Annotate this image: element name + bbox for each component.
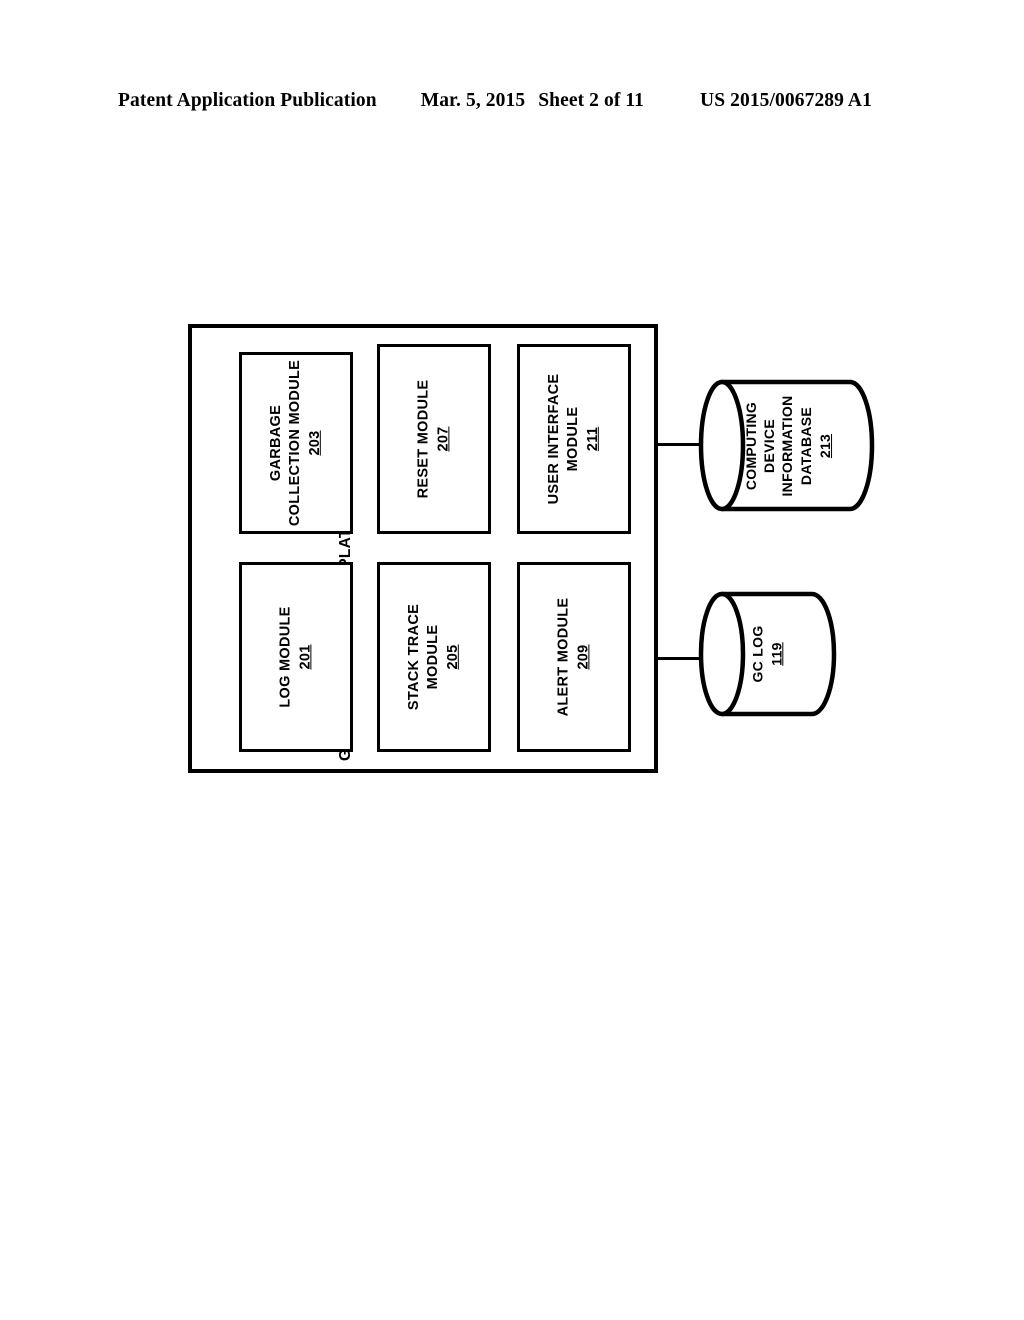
module-label-user-interface: USER INTERFACE MODULE 211 (545, 374, 603, 505)
module-refnum: 209 (575, 644, 592, 670)
module-label-log: LOG MODULE 201 (276, 606, 315, 707)
database-line-4: DATABASE (798, 406, 815, 485)
database-line-2: DEVICE (761, 418, 778, 473)
database-label-gc-log: GC LOG 119 (749, 625, 786, 682)
module-line-2: COLLECTION MODULE (286, 359, 303, 527)
database-refnum: 119 (768, 642, 785, 666)
header-document-number: US 2015/0067289 A1 (700, 90, 872, 111)
header-date-label: Mar. 5, 2015 (420, 90, 526, 111)
module-line-1: LOG MODULE (277, 606, 294, 708)
module-label-stack-trace: STACK TRACE MODULE 205 (405, 604, 463, 710)
module-refnum: 207 (435, 426, 452, 452)
database-line-3: INFORMATION (779, 394, 796, 497)
module-label-reset: RESET MODULE 207 (414, 380, 453, 499)
module-refnum: 201 (297, 644, 314, 670)
database-line-1: COMPUTING (743, 401, 760, 490)
database-cylinder-gc-log: GC LOG 119 (698, 589, 837, 719)
module-line-2: MODULE (424, 624, 441, 690)
module-box-log: LOG MODULE 201 (239, 562, 353, 752)
module-line-1: USER INTERFACE (545, 373, 562, 505)
module-line-1: RESET MODULE (415, 379, 432, 499)
module-line-1: ALERT MODULE (555, 597, 572, 717)
module-line-2: MODULE (564, 406, 581, 472)
module-box-garbage-collection: GARBAGE COLLECTION MODULE 203 (239, 352, 353, 534)
header-publication-label: Patent Application Publication (118, 90, 377, 111)
module-label-garbage-collection: GARBAGE COLLECTION MODULE 203 (267, 360, 325, 526)
module-label-alert: ALERT MODULE 209 (554, 598, 593, 717)
header-sheet-label: Sheet 2 of 11 (538, 90, 645, 111)
page-header: Patent Application Publication Mar. 5, 2… (118, 88, 908, 114)
database-refnum: 213 (817, 433, 834, 458)
patent-figure-page: Patent Application Publication Mar. 5, 2… (0, 0, 1024, 1320)
module-refnum: 205 (445, 644, 462, 670)
database-label-computing-device-information: COMPUTING DEVICE INFORMATION DATABASE 21… (743, 395, 835, 496)
module-line-1: STACK TRACE (405, 603, 422, 711)
module-box-stack-trace: STACK TRACE MODULE 205 (377, 562, 491, 752)
module-box-alert: ALERT MODULE 209 (517, 562, 631, 752)
database-line-1: GC LOG (749, 625, 766, 683)
database-cylinder-computing-device-information: COMPUTING DEVICE INFORMATION DATABASE 21… (698, 377, 875, 514)
module-box-reset: RESET MODULE 207 (377, 344, 491, 534)
module-refnum: 211 (585, 426, 602, 452)
module-line-1: GARBAGE (267, 404, 284, 482)
module-refnum: 203 (307, 430, 324, 456)
module-box-user-interface: USER INTERFACE MODULE 211 (517, 344, 631, 534)
